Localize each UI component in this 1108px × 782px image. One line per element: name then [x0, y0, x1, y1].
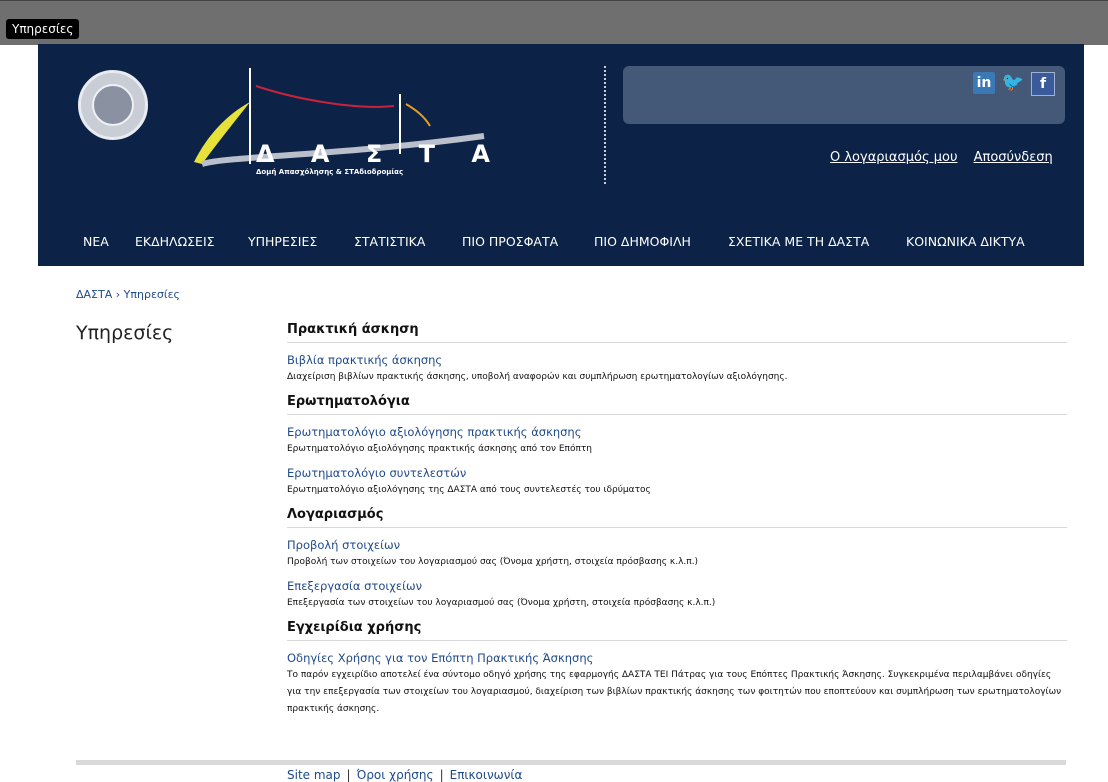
main-navigation: ΝΕΑ ΕΚΔΗΛΩΣΕΙΣ ΥΠΗΡΕΣΙΕΣ ΣΤΑΤΙΣΤΙΚΑ ΠΙΟ …	[38, 230, 1084, 256]
breadcrumb: ΔΑΣΤΑ › Υπηρεσίες	[76, 288, 180, 301]
footer-separator: |	[346, 768, 351, 782]
site-header: Δ Α Σ Τ Α Δομή Απασχόλησης & ΣΤΑδιοδρομί…	[38, 44, 1084, 266]
footer-links: Site map | Όροι χρήσης | Επικοινωνία	[287, 768, 522, 782]
entry-description: Προβολή των στοιχείων του λογαριασμού σα…	[287, 557, 699, 567]
entry-description: Ερωτηματολόγιο αξιολόγησης πρακτικής άσκ…	[287, 444, 592, 454]
footer-divider	[76, 760, 1066, 765]
section-manuals: Εγχειρίδια χρήσης Οδηγίες Χρήσης για τον…	[287, 620, 1067, 718]
terms-link[interactable]: Όροι χρήσης	[357, 768, 434, 782]
nav-item-events[interactable]: ΕΚΔΗΛΩΣΕΙΣ	[135, 234, 215, 249]
nav-item-statistics[interactable]: ΣΤΑΤΙΣΤΙΚΑ	[354, 234, 425, 249]
section-heading: Εγχειρίδια χρήσης	[287, 620, 1067, 641]
nav-item-news[interactable]: ΝΕΑ	[83, 234, 109, 249]
social-links: in 🐦 f	[973, 72, 1058, 96]
supervisor-manual-link[interactable]: Οδηγίες Χρήσης για τον Επόπτη Πρακτικής …	[287, 651, 1067, 665]
nav-item-services[interactable]: ΥΠΗΡΕΣΙΕΣ	[248, 234, 317, 249]
logo-subtitle: Δομή Απασχόλησης & ΣΤΑδιοδρομίας	[256, 168, 404, 176]
entry-description: Το παρόν εγχειρίδιο αποτελεί ένα σύντομο…	[287, 670, 1062, 714]
logout-link[interactable]: Αποσύνδεση	[974, 150, 1053, 165]
page-title: Υπηρεσίες	[76, 322, 174, 344]
contributors-questionnaire-link[interactable]: Ερωτηματολόγιο συντελεστών	[287, 466, 1067, 480]
contact-link[interactable]: Επικοινωνία	[450, 768, 523, 782]
list-item: Βιβλία πρακτικής άσκησης Διαχείριση βιβλ…	[287, 353, 1067, 386]
account-links: Ο λογαριασμός μου Αποσύνδεση	[818, 150, 1053, 165]
entry-description: Διαχείριση βιβλίων πρακτικής άσκησης, υπ…	[287, 372, 788, 382]
section-questionnaires: Ερωτηματολόγια Ερωτηματολόγιο αξιολόγηση…	[287, 394, 1067, 499]
browser-top-bar: Υπηρεσίες	[0, 0, 1108, 45]
list-item: Επεξεργασία στοιχείων Επεξεργασία των στ…	[287, 579, 1067, 612]
list-item: Προβολή στοιχείων Προβολή των στοιχείων …	[287, 538, 1067, 571]
sitemap-link[interactable]: Site map	[287, 768, 341, 782]
section-account: Λογαριασμός Προβολή στοιχείων Προβολή τω…	[287, 507, 1067, 612]
section-internship: Πρακτική άσκηση Βιβλία πρακτικής άσκησης…	[287, 322, 1067, 386]
breadcrumb-root-link[interactable]: ΔΑΣΤΑ	[76, 288, 112, 301]
view-details-link[interactable]: Προβολή στοιχείων	[287, 538, 1067, 552]
header-divider	[604, 66, 606, 184]
institution-seal-logo[interactable]	[78, 70, 148, 140]
edit-details-link[interactable]: Επεξεργασία στοιχείων	[287, 579, 1067, 593]
nav-item-about[interactable]: ΣΧΕΤΙΚΑ ΜΕ ΤΗ ΔΑΣΤΑ	[728, 234, 869, 249]
nav-item-popular[interactable]: ΠΙΟ ΔΗΜΟΦΙΛΗ	[594, 234, 691, 249]
footer-separator: |	[439, 768, 444, 782]
nav-item-recent[interactable]: ΠΙΟ ΠΡΟΣΦΑΤΑ	[462, 234, 558, 249]
section-heading: Ερωτηματολόγια	[287, 394, 1067, 415]
twitter-icon[interactable]: 🐦	[998, 72, 1028, 94]
section-heading: Πρακτική άσκηση	[287, 322, 1067, 343]
list-item: Οδηγίες Χρήσης για τον Επόπτη Πρακτικής …	[287, 651, 1067, 718]
linkedin-icon[interactable]: in	[973, 72, 995, 94]
list-item: Ερωτηματολόγιο συντελεστών Ερωτηματολόγι…	[287, 466, 1067, 499]
facebook-icon[interactable]: f	[1031, 72, 1055, 96]
logo-title: Δ Α Σ Τ Α	[256, 140, 504, 168]
services-list: Πρακτική άσκηση Βιβλία πρακτικής άσκησης…	[287, 322, 1067, 726]
tab-title[interactable]: Υπηρεσίες	[6, 19, 80, 39]
breadcrumb-separator: ›	[112, 288, 124, 301]
breadcrumb-current-link[interactable]: Υπηρεσίες	[124, 288, 180, 301]
internship-evaluation-questionnaire-link[interactable]: Ερωτηματολόγιο αξιολόγησης πρακτικής άσκ…	[287, 425, 1067, 439]
my-account-link[interactable]: Ο λογαριασμός μου	[830, 150, 957, 165]
entry-description: Επεξεργασία των στοιχείων του λογαριασμο…	[287, 598, 716, 608]
nav-item-social-networks[interactable]: ΚΟΙΝΩΝΙΚΑ ΔΙΚΤΥΑ	[906, 234, 1025, 249]
internship-books-link[interactable]: Βιβλία πρακτικής άσκησης	[287, 353, 1067, 367]
entry-description: Ερωτηματολόγιο αξιολόγησης της ΔΑΣΤΑ από…	[287, 485, 651, 495]
section-heading: Λογαριασμός	[287, 507, 1067, 528]
list-item: Ερωτηματολόγιο αξιολόγησης πρακτικής άσκ…	[287, 425, 1067, 458]
